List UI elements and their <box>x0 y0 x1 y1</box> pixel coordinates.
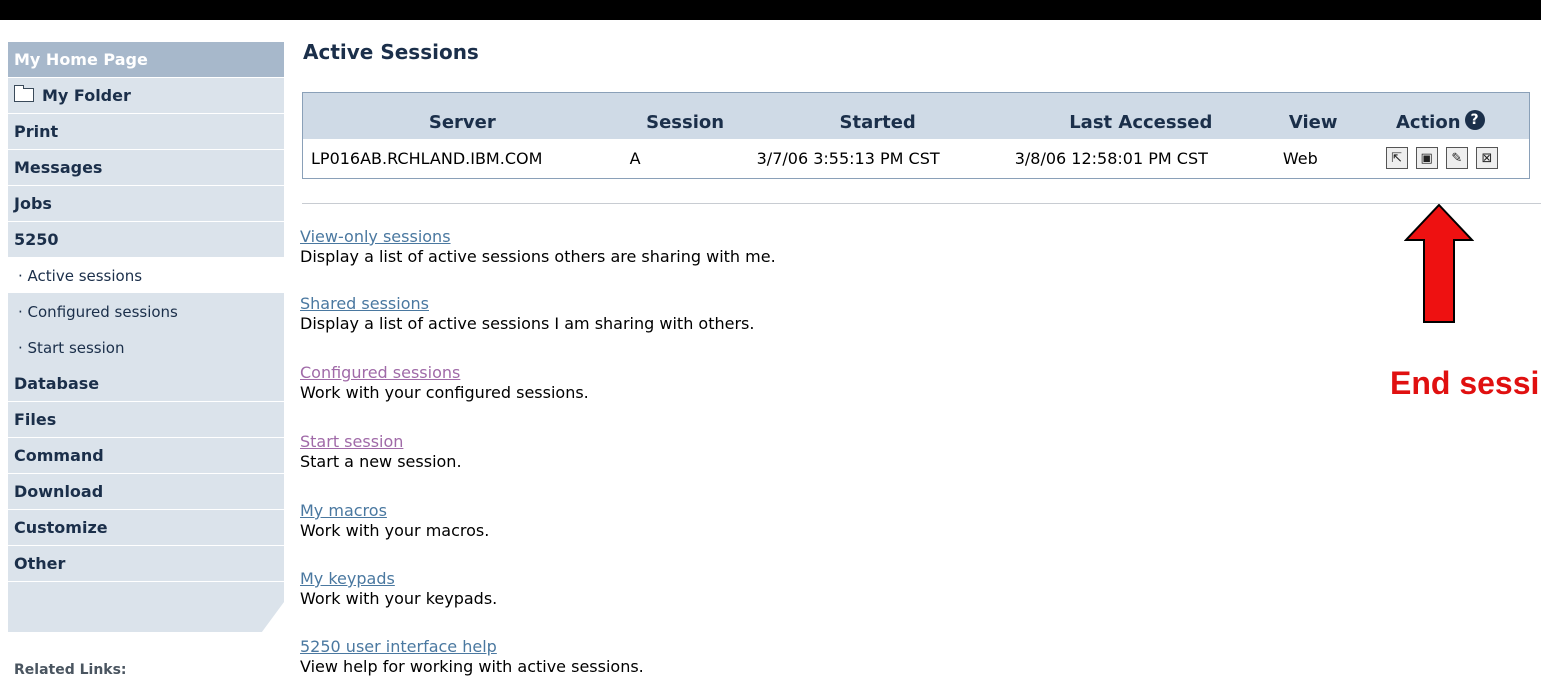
sidebar-item-label: Database <box>14 374 100 393</box>
related-links-heading: Related Links: <box>14 662 127 678</box>
configured-sessions-link[interactable]: Configured sessions <box>300 363 460 382</box>
link-block-keypads: My keypads Work with your keypads. <box>300 569 497 608</box>
sessions-table-container: Server Session Started Last Accessed Vie… <box>302 92 1530 182</box>
sidebar-item-label: Command <box>14 446 104 465</box>
cell-started: 3/7/06 3:55:13 PM CST <box>756 148 940 168</box>
sidebar-item-label: Files <box>14 410 57 429</box>
table-row: LP016AB.RCHLAND.IBM.COM A 3/7/06 3:55:13… <box>302 138 1530 179</box>
sidebar-item-label: Jobs <box>14 194 52 213</box>
sidebar-item-label: My Folder <box>42 86 131 105</box>
start-session-link[interactable]: Start session <box>300 432 403 451</box>
end-session-icon[interactable]: ⊠ <box>1475 147 1498 170</box>
sidebar-nav: My Home Page My Folder Print Messages Jo… <box>8 42 284 632</box>
column-header-server: Server <box>428 111 496 133</box>
sidebar-item-print[interactable]: Print <box>8 114 284 150</box>
help-icon[interactable]: ? <box>1464 109 1485 130</box>
sidebar-subitem-start-session[interactable]: · Start session <box>8 330 284 366</box>
link-block-view-only: View-only sessions Display a list of act… <box>300 227 776 266</box>
sidebar-item-label: Customize <box>14 518 108 537</box>
link-description: Work with your keypads. <box>300 589 498 608</box>
ui-help-link[interactable]: 5250 user interface help <box>300 637 497 656</box>
link-block-configured: Configured sessions Work with your confi… <box>300 363 589 402</box>
cell-actions: ⇱ ▣ ✎ ⊠ <box>1352 139 1530 179</box>
column-header-view: View <box>1288 111 1338 133</box>
sidebar-item-jobs[interactable]: Jobs <box>8 186 284 222</box>
edit-session-icon[interactable]: ✎ <box>1445 147 1468 170</box>
link-description: View help for working with active sessio… <box>300 657 644 676</box>
sidebar-item-label: · Active sessions <box>18 267 143 285</box>
sidebar-footer-fill <box>8 582 284 632</box>
cell-server: LP016AB.RCHLAND.IBM.COM <box>311 148 543 168</box>
link-block-help: 5250 user interface help View help for w… <box>300 637 644 676</box>
sidebar-item-label: 5250 <box>14 230 59 249</box>
sidebar-item-messages[interactable]: Messages <box>8 150 284 186</box>
my-macros-link[interactable]: My macros <box>300 501 387 520</box>
table-header-row: Server Session Started Last Accessed Vie… <box>302 92 1530 139</box>
sessions-table: Server Session Started Last Accessed Vie… <box>302 92 1530 179</box>
link-description: Start a new session. <box>300 452 462 471</box>
sidebar-item-label: Download <box>14 482 104 501</box>
folder-icon <box>14 85 34 102</box>
sidebar-item-label: My Home Page <box>14 50 148 69</box>
sidebar-item-label: · Configured sessions <box>18 303 178 321</box>
column-header-started: Started <box>839 111 916 133</box>
view-only-sessions-link[interactable]: View-only sessions <box>300 227 451 246</box>
up-arrow-annotation-icon <box>1404 204 1474 323</box>
top-banner <box>0 0 1541 20</box>
cell-view: Web <box>1282 148 1318 168</box>
sidebar-item-label: Messages <box>14 158 103 177</box>
my-keypads-link[interactable]: My keypads <box>300 569 395 588</box>
content-divider <box>302 203 1541 204</box>
link-description: Work with your configured sessions. <box>300 383 589 402</box>
link-block-macros: My macros Work with your macros. <box>300 501 489 540</box>
shared-sessions-link[interactable]: Shared sessions <box>300 294 429 313</box>
go-to-session-icon[interactable]: ⇱ <box>1385 147 1408 170</box>
page-title: Active Sessions <box>303 40 479 64</box>
sidebar-item-label: Print <box>14 122 59 141</box>
sidebar-item-my-home-page[interactable]: My Home Page <box>8 42 284 78</box>
cell-last-accessed: 3/8/06 12:58:01 PM CST <box>1014 148 1208 168</box>
sidebar-item-my-folder[interactable]: My Folder <box>8 78 284 114</box>
cell-session: A <box>629 148 641 168</box>
link-block-start: Start session Start a new session. <box>300 432 462 471</box>
sidebar-subitem-active-sessions[interactable]: · Active sessions <box>8 258 284 294</box>
link-description: Display a list of active sessions I am s… <box>300 314 755 333</box>
link-description: Display a list of active sessions others… <box>300 247 776 266</box>
sidebar-item-download[interactable]: Download <box>8 474 284 510</box>
link-block-shared: Shared sessions Display a list of active… <box>300 294 754 333</box>
column-header-session: Session <box>646 111 725 133</box>
sidebar-item-database[interactable]: Database <box>8 366 284 402</box>
share-session-icon[interactable]: ▣ <box>1415 147 1438 170</box>
sidebar-item-other[interactable]: Other <box>8 546 284 582</box>
sidebar-item-label: · Start session <box>18 339 125 357</box>
sidebar-item-5250[interactable]: 5250 <box>8 222 284 258</box>
sidebar-item-customize[interactable]: Customize <box>8 510 284 546</box>
column-header-last-accessed: Last Accessed <box>1069 111 1213 133</box>
column-header-action-label: Action <box>1395 111 1461 133</box>
link-description: Work with your macros. <box>300 521 490 540</box>
end-session-annotation: End sessi <box>1390 365 1540 401</box>
sidebar-item-command[interactable]: Command <box>8 438 284 474</box>
sidebar-item-files[interactable]: Files <box>8 402 284 438</box>
column-header-action: Action? <box>1352 93 1530 139</box>
sidebar-subitem-configured-sessions[interactable]: · Configured sessions <box>8 294 284 330</box>
sidebar-item-label: Other <box>14 554 66 573</box>
